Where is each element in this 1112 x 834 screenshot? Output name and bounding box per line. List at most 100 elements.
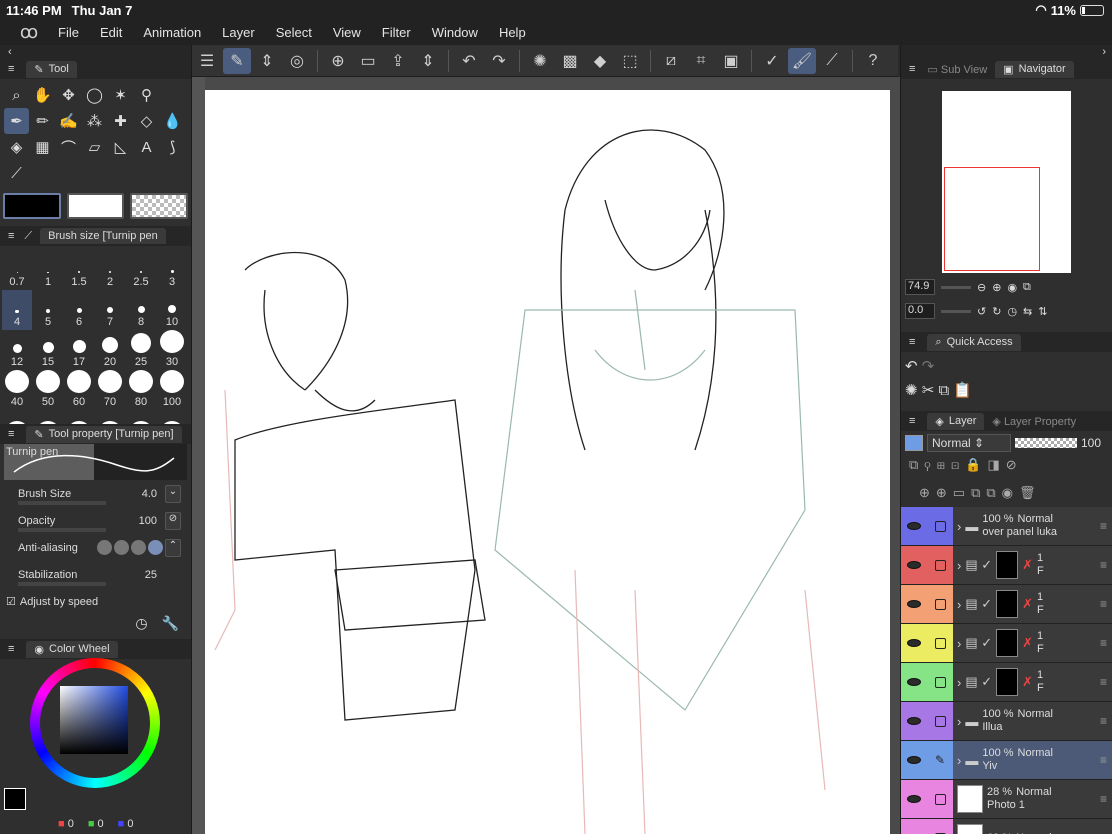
transform-icon[interactable]: ⬚	[616, 48, 644, 74]
reset-rotation-icon[interactable]: ◷	[1007, 305, 1017, 318]
updown-icon-2[interactable]: ⇕	[414, 48, 442, 74]
main-color-swatch[interactable]	[3, 193, 61, 219]
navigator-preview[interactable]	[942, 91, 1071, 273]
drag-handle-icon[interactable]: ≡	[1100, 519, 1107, 533]
lasso-icon[interactable]: ◎	[283, 48, 311, 74]
drag-handle-icon[interactable]: ≡	[1100, 753, 1107, 767]
saturation-square[interactable]	[60, 686, 128, 754]
deselect-icon[interactable]: ⧄	[657, 48, 685, 74]
tab-sub-view[interactable]: ▭ Sub View	[927, 63, 987, 76]
layer-row[interactable]: › ▬ 100 % Normal over panel luka ≡	[901, 507, 1112, 546]
grip-icon[interactable]: ≡	[909, 415, 915, 427]
zoom-tool-icon[interactable]: ⌕	[4, 82, 29, 108]
brush-size-preset[interactable]: 3	[157, 250, 187, 290]
zoom-in-icon[interactable]: ⊕	[992, 281, 1001, 294]
brush-tool-icon[interactable]: ✍	[56, 108, 81, 134]
chevron-right-icon[interactable]: ›	[957, 636, 961, 651]
drawing-page[interactable]	[205, 90, 890, 834]
prop-adjust-by-speed[interactable]: ☑ Adjust by speed	[0, 588, 191, 615]
lock-box[interactable]	[934, 559, 946, 571]
canvas-area[interactable]	[192, 77, 900, 834]
drag-handle-icon[interactable]: ≡	[1100, 558, 1107, 572]
blend-tool-icon[interactable]: 💧	[160, 108, 185, 134]
chevron-right-icon[interactable]: ›	[957, 714, 961, 729]
drag-handle-icon[interactable]: ≡	[1100, 597, 1107, 611]
layer-row[interactable]: ✎ › ▬ 100 % Normal Yiv ≡	[901, 741, 1112, 780]
menu-window[interactable]: Window	[432, 25, 478, 40]
layer-row[interactable]: › ▤ ✓ ✗ 1 F ≡	[901, 585, 1112, 624]
zoom-out-icon[interactable]: ⊖	[977, 281, 986, 294]
eye-icon[interactable]	[907, 600, 921, 608]
tab-quick-access[interactable]: ⌕ Quick Access	[927, 333, 1021, 351]
menu-edit[interactable]: Edit	[100, 25, 122, 40]
lock-box[interactable]	[934, 520, 946, 532]
menu-select[interactable]: Select	[276, 25, 312, 40]
flip-vertical-icon[interactable]: ⇅	[1038, 305, 1047, 318]
wrench-icon[interactable]: 🔧	[162, 615, 179, 639]
grip-icon[interactable]: ≡	[8, 643, 14, 655]
brush-size-preset[interactable]: 80	[126, 370, 156, 410]
decoration-tool-icon[interactable]: ✚	[108, 108, 133, 134]
brush-size-preset[interactable]: 25	[126, 330, 156, 370]
eye-icon[interactable]	[907, 795, 921, 803]
brush-size-preset[interactable]: 7	[95, 290, 125, 330]
menu-filter[interactable]: Filter	[382, 25, 411, 40]
fill-tool-icon[interactable]: ◈	[4, 134, 29, 160]
paste-icon[interactable]: 📋	[953, 382, 972, 399]
gradient-tool-icon[interactable]: ▦	[30, 134, 55, 160]
blend-mode-select[interactable]: Normal ⇕	[927, 434, 1011, 452]
sub-color-swatch[interactable]	[66, 193, 125, 219]
tab-navigator[interactable]: ▣ Navigator	[995, 60, 1074, 78]
text-tool-icon[interactable]: A	[134, 134, 159, 160]
crop-icon[interactable]: ⌗	[687, 48, 715, 74]
curve-tool-icon[interactable]: ⌒	[56, 134, 81, 160]
copy-icon[interactable]: ⧉	[939, 382, 950, 399]
chevron-right-icon[interactable]: ›	[957, 519, 961, 534]
dynamics-icon[interactable]: ⌄	[165, 484, 181, 503]
brush-size-preset[interactable]	[157, 410, 187, 424]
brush-size-preset[interactable]: 50	[33, 370, 63, 410]
prop-brush-size[interactable]: Brush Size 4.0 ⌄	[0, 480, 191, 507]
fill-clear-icon[interactable]: ◆	[586, 48, 614, 74]
layer-row[interactable]: › ▤ ✓ ✗ 1 F ≡	[901, 546, 1112, 585]
eye-icon[interactable]	[907, 717, 921, 725]
updown-icon[interactable]: ⇕	[253, 48, 281, 74]
brush-size-preset[interactable]: 4	[2, 290, 32, 330]
loading-icon[interactable]: ✺	[526, 48, 554, 74]
chevron-right-icon[interactable]: ›	[957, 753, 961, 768]
prop-stabilization[interactable]: Stabilization 25	[0, 561, 191, 588]
brush-size-preset[interactable]: 17	[64, 330, 94, 370]
eye-icon[interactable]	[907, 561, 921, 569]
loading-icon[interactable]: ✺	[905, 382, 918, 399]
brush-size-preset[interactable]: 12	[2, 330, 32, 370]
chevron-right-icon[interactable]: ›	[957, 675, 961, 690]
ruler-icon[interactable]: ⟋	[818, 48, 846, 74]
layer-row[interactable]: 69 %Normal≡	[901, 819, 1112, 834]
brush-size-preset[interactable]: 0.7	[2, 250, 32, 290]
eye-icon[interactable]	[907, 522, 921, 530]
brush-size-preset[interactable]: 20	[95, 330, 125, 370]
eye-icon[interactable]	[907, 756, 921, 764]
tab-layer[interactable]: ◈ Layer	[927, 412, 985, 430]
export-icon[interactable]: ⇪	[384, 48, 412, 74]
angle-field[interactable]: 0.0	[905, 303, 935, 319]
fill-icon[interactable]: ▩	[556, 48, 584, 74]
brush-size-preset[interactable]: 10	[157, 290, 187, 330]
brush-size-preset[interactable]: 2	[95, 250, 125, 290]
eye-icon[interactable]	[907, 639, 921, 647]
move-tool-icon[interactable]: ✥	[56, 82, 81, 108]
chevron-icon[interactable]: ⌃	[165, 538, 181, 557]
brush-size-preset[interactable]	[64, 410, 94, 424]
brush-size-preset[interactable]: 2.5	[126, 250, 156, 290]
brush-size-preset[interactable]: 6	[64, 290, 94, 330]
transparent-color-swatch[interactable]	[130, 193, 189, 219]
rotate-right-icon[interactable]: ↻	[992, 305, 1001, 318]
checkbox-icon[interactable]: ☑	[6, 595, 16, 608]
magic-wand-icon[interactable]: ✶	[108, 82, 133, 108]
brush-size-preset[interactable]	[2, 410, 32, 424]
mask-disabled-icon[interactable]: ✗	[1022, 596, 1033, 612]
ruler-tool-icon[interactable]: ◺	[108, 134, 133, 160]
redo-icon[interactable]: ↷	[485, 48, 513, 74]
airbrush-tool-icon[interactable]: ⁂	[82, 108, 107, 134]
undo-icon[interactable]: ↶	[905, 358, 918, 375]
